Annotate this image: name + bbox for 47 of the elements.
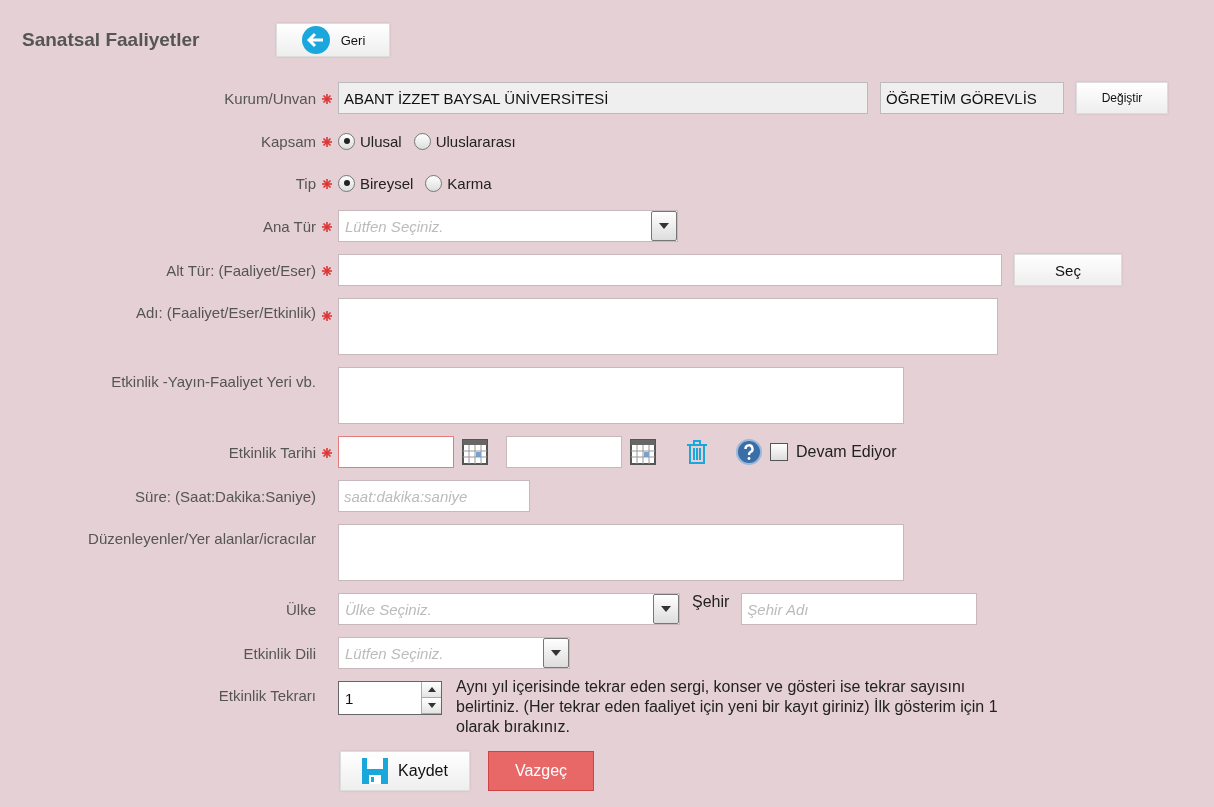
field-label: Ana Tür bbox=[261, 217, 316, 235]
field-label: Etkinlik Tarihi bbox=[227, 443, 316, 461]
caret-icon bbox=[661, 606, 671, 612]
help-text: Aynı yıl içerisinde tekrar eden sergi, konser ve gösteri ise tekrar sayısını belirtiniz. (Her tekrar eden faaliyet için yeni bir kayıt giriniz) İlk gösterim için 1 olarak bırakınız. bbox=[456, 677, 999, 737]
field-label: Etkinlik -Yayın-Faaliyet Yeri vb. bbox=[110, 372, 316, 390]
caret-icon bbox=[551, 650, 561, 656]
start-date-field[interactable] bbox=[338, 436, 454, 468]
help-icon[interactable] bbox=[736, 439, 762, 465]
field-label: Süre: (Saat:Dakika:Saniye) bbox=[134, 487, 316, 505]
field-label: Alt Tür: (Faaliyet/Eser) bbox=[165, 261, 316, 279]
down-arrow-icon bbox=[427, 703, 436, 708]
city-label: Şehir bbox=[692, 593, 730, 611]
radio-option[interactable]: Bireysel bbox=[338, 174, 414, 192]
field-label: Etkinlik Tekrarı bbox=[217, 686, 316, 704]
dropdown-button[interactable] bbox=[651, 211, 677, 241]
text-field[interactable]: saat:dakika:saniye bbox=[338, 480, 530, 512]
change-button[interactable]: Değiştir bbox=[1076, 82, 1168, 114]
title-field[interactable]: ÖĞRETİM GÖREVLİS bbox=[880, 82, 1064, 114]
end-date-field[interactable] bbox=[506, 436, 622, 468]
calendar-icon[interactable] bbox=[630, 439, 656, 465]
increment-button[interactable] bbox=[422, 682, 441, 698]
field-label: Adı: (Faaliyet/Eser/Etkinlik) bbox=[134, 303, 316, 321]
decrement-button[interactable] bbox=[422, 698, 441, 714]
radio-option[interactable]: Ulusal bbox=[338, 132, 402, 150]
field-label: Düzenleyenler/Yer alanlar/icracılar bbox=[87, 529, 316, 547]
text-field[interactable] bbox=[338, 254, 1002, 286]
field-label: Tip bbox=[294, 174, 316, 192]
save-button[interactable]: Kaydet bbox=[340, 751, 470, 791]
calendar-icon[interactable] bbox=[462, 439, 488, 465]
page-title: Sanatsal Faaliyetler bbox=[22, 29, 201, 51]
checkbox-label: Devam Ediyor bbox=[796, 443, 897, 461]
dropdown-button[interactable] bbox=[653, 594, 679, 624]
institution-field[interactable]: ABANT İZZET BAYSAL ÜNİVERSİTESİ bbox=[338, 82, 868, 114]
field-label: Kapsam bbox=[259, 132, 316, 150]
up-arrow-icon bbox=[427, 687, 436, 692]
field-label: Etkinlik Dili bbox=[242, 644, 316, 662]
dropdown-button[interactable] bbox=[543, 638, 569, 668]
city-field[interactable]: Şehir Adı bbox=[741, 593, 978, 625]
field-label: Kurum/Unvan bbox=[223, 89, 316, 107]
checkbox[interactable] bbox=[770, 443, 788, 461]
radio-option[interactable]: Karma bbox=[425, 174, 492, 192]
back-button[interactable]: Geri bbox=[276, 23, 390, 57]
select-button[interactable]: Seç bbox=[1014, 254, 1122, 286]
radio-option[interactable]: Uluslararası bbox=[413, 132, 516, 150]
field-label: Ülke bbox=[285, 600, 316, 618]
number-spinner[interactable]: 1 bbox=[338, 681, 442, 715]
caret-icon bbox=[659, 223, 669, 229]
